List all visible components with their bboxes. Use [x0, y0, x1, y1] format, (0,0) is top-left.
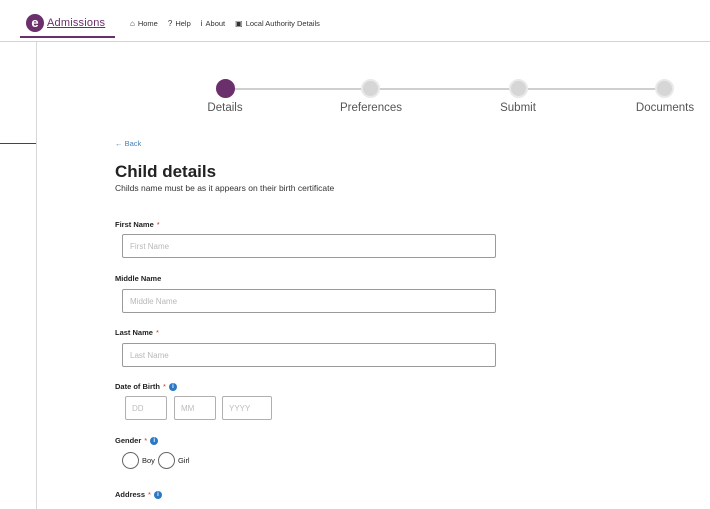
brand-underline	[20, 36, 115, 38]
top-navigation-bar: e Admissions ⌂ Home ? Help i About ▣ Loc…	[0, 0, 710, 42]
dob-year-input[interactable]	[222, 396, 272, 420]
gender-label-text: Gender	[115, 436, 142, 445]
gender-info-icon[interactable]: i	[150, 436, 159, 445]
required-mark: *	[144, 436, 148, 445]
dob-label: Date of Birth * i	[115, 382, 177, 391]
last-name-label: Last Name *	[115, 328, 159, 337]
admissions-logo-link[interactable]: e Admissions	[26, 14, 105, 32]
building-icon: ▣	[235, 19, 243, 28]
nav-local-authority[interactable]: ▣ Local Authority Details	[235, 19, 320, 28]
dob-info-icon[interactable]: i	[168, 382, 177, 391]
middle-name-label-text: Middle Name	[115, 274, 162, 283]
required-mark: *	[155, 328, 159, 337]
progress-stepper: Details Preferences Submit Documents	[0, 72, 710, 122]
gender-boy-radio[interactable]	[122, 452, 139, 469]
required-mark: *	[156, 220, 160, 229]
page-title: Child details	[115, 162, 217, 181]
nav-home[interactable]: ⌂ Home	[130, 19, 158, 28]
address-info-icon[interactable]: i	[153, 490, 162, 499]
step-dot-preferences	[361, 79, 380, 98]
dob-month-input[interactable]	[174, 396, 216, 420]
nav-local-authority-label: Local Authority Details	[245, 19, 320, 28]
step-label-details: Details	[207, 102, 243, 114]
nav-about-label: About	[205, 19, 226, 28]
first-name-input[interactable]	[122, 234, 496, 258]
middle-name-input[interactable]	[122, 289, 496, 313]
home-icon: ⌂	[130, 19, 135, 28]
side-divider	[0, 143, 36, 144]
info-circle-icon: i	[200, 19, 203, 28]
step-label-preferences: Preferences	[339, 102, 403, 114]
nav-help[interactable]: ? Help	[168, 19, 191, 28]
dob-day-input[interactable]	[125, 396, 167, 420]
gender-girl-label: Girl	[177, 456, 190, 465]
page-subtitle: Childs name must be as it appears on the…	[115, 183, 335, 193]
logo-icon: e	[26, 14, 44, 32]
first-name-label: First Name *	[115, 220, 160, 229]
back-link[interactable]: ← Back	[115, 139, 141, 148]
step-dot-details	[216, 79, 235, 98]
gender-girl-radio[interactable]	[157, 452, 175, 469]
main-nav: ⌂ Home ? Help i About ▣ Local Authority …	[130, 19, 320, 28]
gender-label: Gender * i	[115, 436, 159, 445]
address-label-text: Address	[115, 490, 146, 499]
last-name-input[interactable]	[122, 343, 496, 367]
step-dot-documents	[655, 79, 674, 98]
step-label-submit: Submit	[500, 102, 536, 114]
nav-about[interactable]: i About	[201, 19, 225, 28]
dob-label-text: Date of Birth	[115, 382, 160, 391]
middle-name-label: Middle Name	[115, 274, 161, 283]
gender-radio-group: Boy Girl	[122, 452, 193, 469]
address-label: Address * i	[115, 490, 162, 499]
required-mark: *	[163, 382, 166, 391]
first-name-label-text: First Name	[115, 220, 154, 229]
last-name-label-text: Last Name	[115, 328, 153, 337]
required-mark: *	[148, 490, 151, 499]
step-label-documents: Documents	[635, 102, 695, 114]
stepper-track	[232, 88, 670, 90]
brand-name: Admissions	[47, 17, 106, 29]
help-icon: ?	[167, 19, 173, 28]
gender-boy-label: Boy	[142, 456, 155, 465]
nav-help-label: Help	[175, 19, 191, 28]
nav-home-label: Home	[137, 19, 158, 28]
step-dot-submit	[509, 79, 528, 98]
